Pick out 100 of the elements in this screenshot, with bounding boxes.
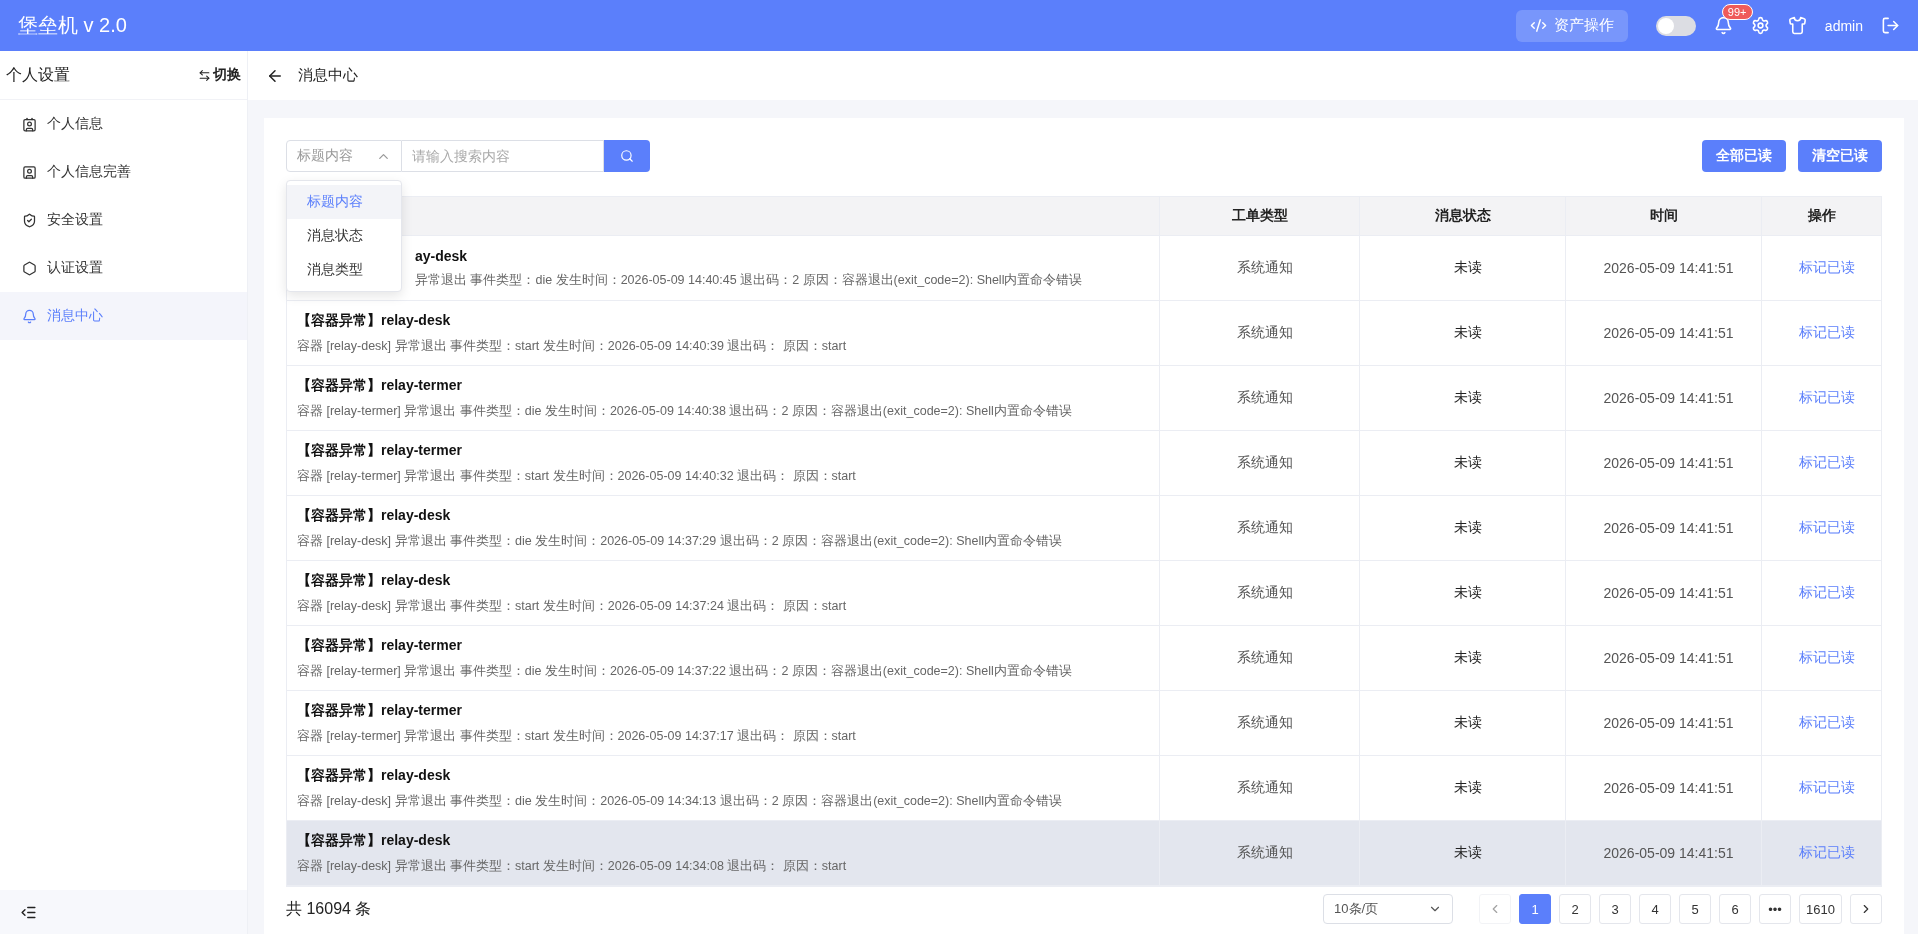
message-detail: 容器 [relay-desk] 异常退出 事件类型：die 发生时间：2026-05-09 14:37:29 退出码：2 原因：容器退出(exit_code=2): Shell内置命令错误 xyxy=(297,532,1062,550)
message-detail: 容器 [relay-termer] 异常退出 事件类型：start 发生时间：2026-05-09 14:40:32 退出码： 原因：start xyxy=(297,467,856,485)
table-cell: 系统通知 xyxy=(1236,844,1293,862)
table-cell: 2026-05-09 14:41:51 xyxy=(1603,845,1734,861)
mark-read-link[interactable]: 标记已读 xyxy=(1798,454,1855,472)
theme-toggle[interactable] xyxy=(1655,15,1696,36)
table-cell: 未读 xyxy=(1453,714,1482,732)
table-cell: 未读 xyxy=(1453,259,1482,277)
action-button[interactable]: 清空已读 xyxy=(1798,140,1882,172)
message-detail: 容器 [relay-termer] 异常退出 事件类型：start 发生时间：2026-05-09 14:37:17 退出码： 原因：start xyxy=(297,727,856,745)
table-cell: 2026-05-09 14:41:51 xyxy=(1603,520,1734,536)
bell-icon xyxy=(22,308,37,324)
message-detail: 容器 [relay-termer] 异常退出 事件类型：die 发生时间：2026-05-09 14:37:22 退出码：2 原因：容器退出(exit_code=2): Shell内置命令错误 xyxy=(297,662,1072,680)
search-button[interactable] xyxy=(604,140,650,172)
total-count: 共 16094 条 xyxy=(286,898,373,919)
message-title: ay-desk xyxy=(415,247,468,264)
asset-operation-button[interactable]: 资产操作 xyxy=(1515,9,1628,42)
page-title: 消息中心 xyxy=(298,66,358,85)
column-header: 时间 xyxy=(1565,197,1761,235)
sidebar-item[interactable]: 消息中心 xyxy=(0,292,247,340)
table-cell: 系统通知 xyxy=(1236,454,1293,472)
switch-button[interactable]: 切换 xyxy=(198,66,241,84)
table-cell: 2026-05-09 14:41:51 xyxy=(1603,780,1734,796)
message-detail: 容器 [relay-desk] 异常退出 事件类型：start 发生时间：2026-05-09 14:37:24 退出码： 原因：start xyxy=(297,597,847,615)
swap-icon xyxy=(198,68,211,82)
table-cell: 2026-05-09 14:41:51 xyxy=(1603,585,1734,601)
page-button[interactable]: 1610 xyxy=(1799,894,1842,924)
table-cell: 2026-05-09 14:41:51 xyxy=(1603,390,1734,406)
table-cell: 系统通知 xyxy=(1236,389,1293,407)
action-button[interactable]: 全部已读 xyxy=(1702,140,1786,172)
mark-read-link[interactable]: 标记已读 xyxy=(1798,779,1855,797)
table-cell: 2026-05-09 14:41:51 xyxy=(1603,715,1734,731)
sidebar-item[interactable]: 安全设置 xyxy=(0,196,247,244)
mark-read-link[interactable]: 标记已读 xyxy=(1798,519,1855,537)
table-cell: 未读 xyxy=(1453,584,1482,602)
table-cell: 系统通知 xyxy=(1236,259,1293,277)
message-detail: 容器 [relay-desk] 异常退出 事件类型：start 发生时间：2026-05-09 14:34:08 退出码： 原因：start xyxy=(297,857,847,875)
table-cell: 系统通知 xyxy=(1236,584,1293,602)
mark-read-link[interactable]: 标记已读 xyxy=(1798,389,1855,407)
dropdown-option[interactable]: 标题内容 xyxy=(287,185,401,219)
user-name[interactable]: admin xyxy=(1824,17,1863,34)
page-button[interactable]: 5 xyxy=(1679,894,1712,924)
mark-read-link[interactable]: 标记已读 xyxy=(1798,714,1855,732)
page-button[interactable]: 1 xyxy=(1519,894,1552,924)
search-field[interactable]: 请输入搜索内容 xyxy=(402,140,604,172)
page-button[interactable]: 3 xyxy=(1599,894,1632,924)
message-title: 【容器异常】relay-termer xyxy=(297,636,462,655)
message-detail: 异常退出 事件类型：die 发生时间：2026-05-09 14:40:45 退出码：2 原因：容器退出(exit_code=2): Shell内置命令错误 xyxy=(415,271,1083,289)
dropdown-option[interactable]: 消息状态 xyxy=(287,219,401,253)
page-button[interactable]: 2 xyxy=(1559,894,1592,924)
table-cell: 未读 xyxy=(1453,649,1482,667)
table-cell: 未读 xyxy=(1453,519,1482,537)
code-icon xyxy=(1529,17,1547,34)
column-header: 消息状态 xyxy=(1359,197,1565,235)
app-title: 堡垒机 v 2.0 xyxy=(18,13,128,38)
column-header: 操作 xyxy=(1761,197,1881,235)
message-title: 【容器异常】relay-termer xyxy=(297,701,462,720)
shirt-icon[interactable] xyxy=(1787,16,1807,35)
page-size-select[interactable]: 10条/页 xyxy=(1323,894,1454,924)
sidebar-item[interactable]: 个人信息 xyxy=(0,100,247,148)
table-cell: 系统通知 xyxy=(1236,649,1293,667)
id-card-icon xyxy=(22,116,37,132)
mark-read-link[interactable]: 标记已读 xyxy=(1798,584,1855,602)
sidebar-item[interactable]: 个人信息完善 xyxy=(0,148,247,196)
mark-read-link[interactable]: 标记已读 xyxy=(1798,324,1855,342)
page-button[interactable]: ••• xyxy=(1759,894,1792,924)
table-cell: 系统通知 xyxy=(1236,519,1293,537)
message-detail: 容器 [relay-desk] 异常退出 事件类型：start 发生时间：2026-05-09 14:40:39 退出码： 原因：start xyxy=(297,337,847,355)
table-cell: 未读 xyxy=(1453,454,1482,472)
message-title: 【容器异常】relay-termer xyxy=(297,376,462,395)
page-button[interactable]: 6 xyxy=(1719,894,1752,924)
message-title: 【容器异常】relay-desk xyxy=(297,766,451,785)
shield-icon xyxy=(22,212,37,228)
column-header: 工单类型 xyxy=(1159,197,1359,235)
dropdown-option[interactable]: 消息类型 xyxy=(287,253,401,287)
search-icon xyxy=(620,149,634,163)
field-select[interactable]: 标题内容 xyxy=(286,140,402,172)
table-cell: 未读 xyxy=(1453,389,1482,407)
table-cell: 2026-05-09 14:41:51 xyxy=(1603,650,1734,666)
notification-badge: 99+ xyxy=(1721,4,1753,20)
profile-card-icon xyxy=(22,164,37,180)
hexagon-icon xyxy=(22,260,37,276)
table-cell: 系统通知 xyxy=(1236,779,1293,797)
mark-read-link[interactable]: 标记已读 xyxy=(1798,259,1855,277)
sidebar-title: 个人设置 xyxy=(6,64,70,85)
table-cell: 2026-05-09 14:41:51 xyxy=(1603,455,1734,471)
bell-icon[interactable] xyxy=(1713,16,1733,35)
sidebar-item[interactable]: 认证设置 xyxy=(0,244,247,292)
message-detail: 容器 [relay-desk] 异常退出 事件类型：die 发生时间：2026-05-09 14:34:13 退出码：2 原因：容器退出(exit_code=2): Shell内置命令错误 xyxy=(297,792,1062,810)
message-detail: 容器 [relay-termer] 异常退出 事件类型：die 发生时间：2026-05-09 14:40:38 退出码：2 原因：容器退出(exit_code=2): Shell内置命令错误 xyxy=(297,402,1072,420)
settings-icon[interactable] xyxy=(1750,16,1770,35)
message-title: 【容器异常】relay-desk xyxy=(297,311,451,330)
mark-read-link[interactable]: 标记已读 xyxy=(1798,844,1855,862)
message-title: 【容器异常】relay-termer xyxy=(297,441,462,460)
table-cell: 系统通知 xyxy=(1236,714,1293,732)
mark-read-link[interactable]: 标记已读 xyxy=(1798,649,1855,667)
table-cell: 2026-05-09 14:41:51 xyxy=(1603,325,1734,341)
table-cell: 未读 xyxy=(1453,844,1482,862)
page-button[interactable]: 4 xyxy=(1639,894,1672,924)
logout-icon[interactable] xyxy=(1881,16,1900,35)
